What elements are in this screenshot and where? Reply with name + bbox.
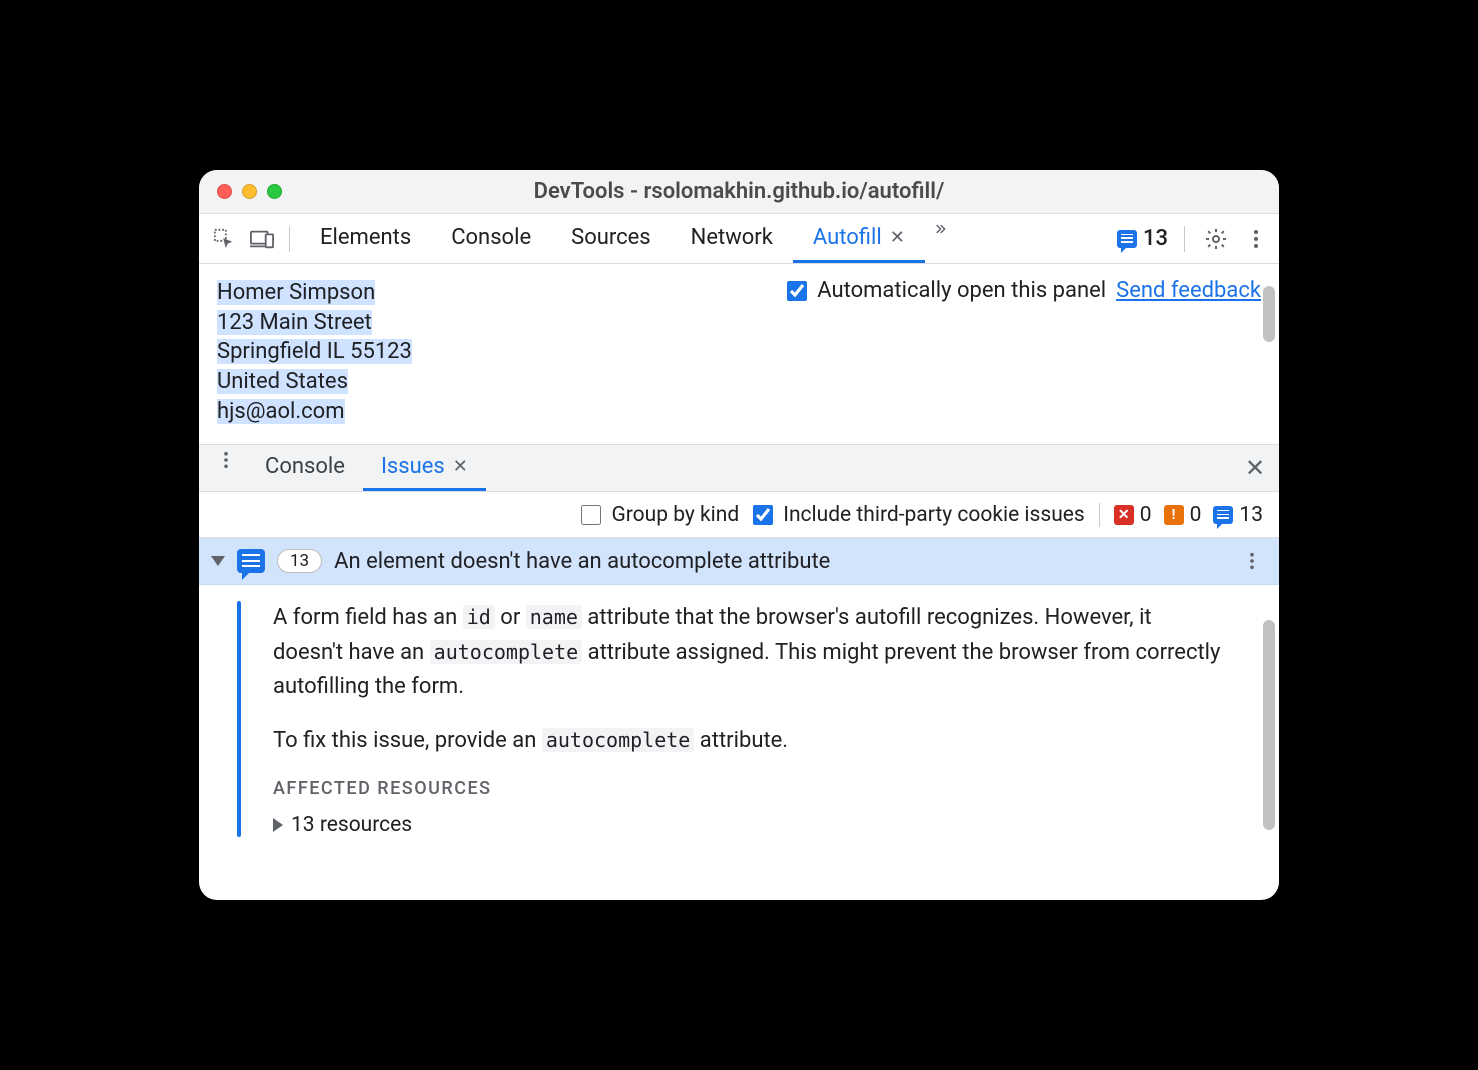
scrollbar[interactable]: [1263, 286, 1275, 342]
issues-counter[interactable]: 13: [1117, 226, 1168, 251]
group-by-kind-control[interactable]: Group by kind: [581, 503, 739, 527]
devtools-window: DevTools - rsolomakhin.github.io/autofil…: [199, 170, 1279, 900]
group-by-kind-checkbox[interactable]: [581, 505, 601, 525]
autofill-panel: Homer Simpson 123 Main Street Springfiel…: [199, 264, 1279, 444]
autofill-address-preview: Homer Simpson 123 Main Street Springfiel…: [217, 278, 412, 426]
issues-filter-bar: Group by kind Include third-party cookie…: [199, 492, 1279, 538]
issue-title: An element doesn't have an autocomplete …: [334, 549, 830, 574]
issue-row[interactable]: 13 An element doesn't have an autocomple…: [199, 538, 1279, 585]
tab-label: Issues: [381, 454, 445, 479]
toolbar-separator: [1184, 226, 1185, 252]
issue-fix-hint: To fix this issue, provide an autocomple…: [273, 724, 1225, 758]
chevron-right-icon: [273, 818, 283, 832]
address-line: hjs@aol.com: [217, 399, 345, 424]
text: attribute.: [694, 728, 788, 753]
more-tabs-icon[interactable]: [925, 214, 955, 244]
tab-console[interactable]: Console: [431, 214, 551, 263]
issues-count: 13: [1143, 226, 1168, 251]
main-tabs: Elements Console Sources Network Autofil…: [300, 214, 955, 263]
auto-open-checkbox[interactable]: [787, 281, 807, 301]
text: To fix this issue, provide an: [273, 728, 542, 753]
auto-open-label: Automatically open this panel: [817, 278, 1106, 303]
issue-description: A form field has an id or name attribute…: [273, 601, 1225, 703]
resources-count-label: 13 resources: [291, 813, 412, 837]
toolbar-separator: [289, 226, 290, 252]
close-icon[interactable]: ✕: [453, 456, 468, 477]
drawer-more-icon[interactable]: [211, 445, 241, 475]
issue-kind-icon: [237, 549, 265, 573]
tab-label: Sources: [571, 225, 651, 250]
drawer-close-icon[interactable]: ✕: [1231, 445, 1279, 491]
device-toggle-icon[interactable]: [245, 222, 279, 256]
third-party-label: Include third-party cookie issues: [783, 503, 1085, 527]
group-by-kind-label: Group by kind: [611, 503, 739, 527]
settings-icon[interactable]: [1201, 224, 1231, 254]
address-line: Springfield IL 55123: [217, 339, 412, 364]
tab-autofill[interactable]: Autofill ✕: [793, 214, 925, 263]
tab-label: Console: [451, 225, 531, 250]
issue-counts: ✕ 0 ! 0 13: [1099, 503, 1263, 527]
titlebar: DevTools - rsolomakhin.github.io/autofil…: [199, 170, 1279, 214]
info-count[interactable]: 13: [1213, 503, 1263, 527]
main-toolbar: Elements Console Sources Network Autofil…: [199, 214, 1279, 264]
more-options-icon[interactable]: [1241, 224, 1271, 254]
issue-detail: A form field has an id or name attribute…: [199, 585, 1279, 860]
count-value: 0: [1140, 503, 1152, 527]
warning-count[interactable]: ! 0: [1164, 503, 1202, 527]
error-icon: ✕: [1114, 505, 1134, 525]
code-name: name: [526, 605, 582, 629]
code-autocomplete: autocomplete: [542, 728, 695, 752]
drawer-tabs: Console Issues ✕ ✕: [199, 444, 1279, 492]
code-id: id: [463, 605, 495, 629]
affected-resources-heading: AFFECTED RESOURCES: [273, 778, 1225, 799]
drawer-tab-issues[interactable]: Issues ✕: [363, 445, 486, 491]
toolbar-right: 13: [1117, 224, 1271, 254]
count-value: 13: [1239, 503, 1263, 527]
scrollbar[interactable]: [1263, 620, 1275, 830]
warning-icon: !: [1164, 505, 1184, 525]
detail-rail: [237, 601, 241, 836]
zoom-window-button[interactable]: [267, 184, 282, 199]
issues-list: 13 An element doesn't have an autocomple…: [199, 538, 1279, 900]
tab-label: Autofill: [813, 225, 882, 250]
issue-detail-content: A form field has an id or name attribute…: [273, 601, 1255, 836]
address-line: 123 Main Street: [217, 310, 372, 335]
tab-label: Elements: [320, 225, 411, 250]
error-count[interactable]: ✕ 0: [1114, 503, 1152, 527]
inspect-element-icon[interactable]: [207, 222, 241, 256]
expand-toggle-icon[interactable]: [211, 556, 225, 566]
code-autocomplete: autocomplete: [430, 640, 583, 664]
window-controls: [199, 184, 282, 199]
tab-elements[interactable]: Elements: [300, 214, 431, 263]
drawer-tab-console[interactable]: Console: [247, 445, 363, 491]
send-feedback-link[interactable]: Send feedback: [1116, 278, 1261, 303]
issues-icon: [1117, 230, 1137, 248]
issue-more-icon[interactable]: [1237, 546, 1267, 576]
info-icon: [1213, 506, 1233, 524]
text: A form field has an: [273, 605, 463, 630]
tab-label: Console: [265, 454, 345, 479]
issue-count-badge: 13: [277, 549, 322, 573]
tab-sources[interactable]: Sources: [551, 214, 671, 263]
count-value: 0: [1190, 503, 1202, 527]
third-party-checkbox[interactable]: [753, 505, 773, 525]
address-line: Homer Simpson: [217, 280, 375, 305]
close-icon[interactable]: ✕: [890, 227, 905, 248]
minimize-window-button[interactable]: [242, 184, 257, 199]
tab-label: Network: [691, 225, 773, 250]
autofill-panel-controls: Automatically open this panel Send feedb…: [787, 278, 1261, 303]
tab-network[interactable]: Network: [671, 214, 793, 263]
third-party-control[interactable]: Include third-party cookie issues: [753, 503, 1085, 527]
address-line: United States: [217, 369, 348, 394]
affected-resources-toggle[interactable]: 13 resources: [273, 813, 1225, 837]
window-title: DevTools - rsolomakhin.github.io/autofil…: [199, 179, 1279, 204]
text: or: [495, 605, 526, 630]
close-window-button[interactable]: [217, 184, 232, 199]
